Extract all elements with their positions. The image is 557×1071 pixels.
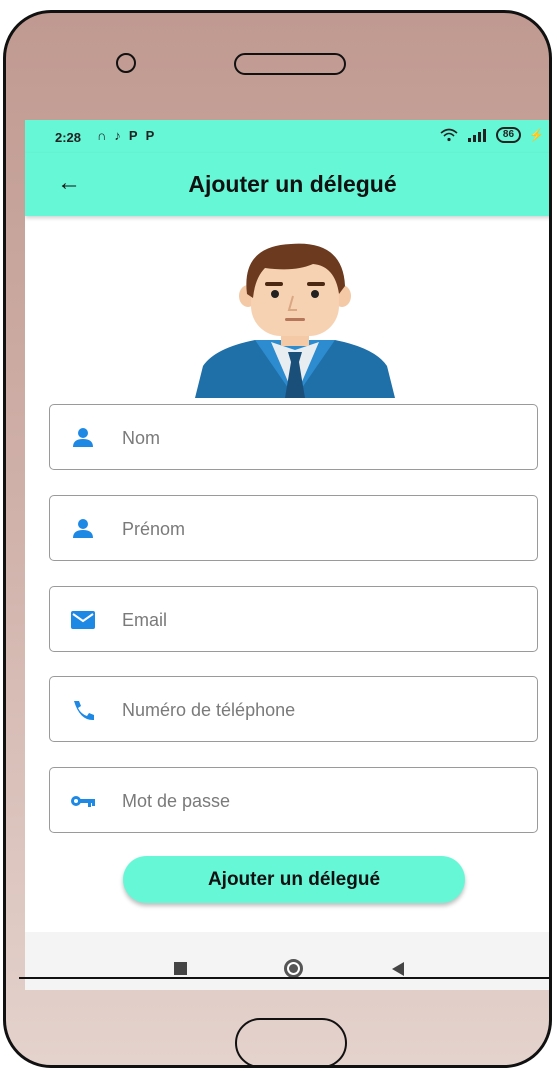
wifi-icon: [440, 128, 458, 142]
status-time: 2:28: [55, 130, 82, 145]
battery-indicator: 86: [495, 127, 522, 143]
frame-divider: [19, 977, 549, 979]
status-notification-icons: ∩ ♪ P P: [97, 128, 154, 143]
phone-frame: 2:28 ∩ ♪ P P 86 ⚡ ← Ajouter un délegué N…: [3, 10, 552, 1068]
app-screen: 2:28 ∩ ♪ P P 86 ⚡ ← Ajouter un délegué N…: [25, 120, 549, 990]
email-field[interactable]: Email: [49, 586, 538, 652]
person-icon: [73, 428, 93, 447]
front-camera: [116, 53, 136, 73]
email-icon: [71, 611, 95, 629]
system-back-icon[interactable]: [392, 962, 404, 976]
app-bar: ← Ajouter un délegué: [25, 153, 549, 216]
password-placeholder: Mot de passe: [122, 791, 231, 811]
p-icon: P: [128, 128, 138, 143]
nom-field[interactable]: Nom: [49, 404, 538, 470]
status-system-icons: 86 ⚡: [440, 127, 544, 143]
phone-field[interactable]: Numéro de téléphone: [49, 676, 538, 742]
charging-icon: ⚡: [529, 128, 544, 142]
physical-home-button: [235, 1018, 347, 1065]
prenom-placeholder: Prénom: [122, 519, 186, 539]
signal-icon: [467, 129, 486, 142]
key-icon: [71, 796, 95, 807]
password-field[interactable]: Mot de passe: [49, 767, 538, 833]
businessman-avatar: [195, 243, 395, 398]
nom-placeholder: Nom: [122, 428, 161, 448]
headphones-icon: ∩: [97, 128, 107, 143]
page-title: Ajouter un délegué: [188, 171, 397, 197]
status-bar: 2:28 ∩ ♪ P P 86 ⚡: [25, 120, 549, 153]
email-placeholder: Email: [122, 610, 168, 630]
earpiece-speaker: [234, 53, 346, 75]
home-icon[interactable]: [284, 959, 303, 978]
tiktok-icon: ♪: [114, 128, 121, 143]
recent-apps-icon[interactable]: [174, 962, 187, 975]
person-icon: [73, 519, 93, 538]
phone-icon: [74, 701, 94, 721]
prenom-field[interactable]: Prénom: [49, 495, 538, 561]
system-nav-bar: [25, 932, 549, 990]
phone-placeholder: Numéro de téléphone: [122, 700, 296, 720]
p-icon: P: [145, 128, 155, 143]
add-delegate-button[interactable]: Ajouter un délegué: [123, 856, 465, 903]
